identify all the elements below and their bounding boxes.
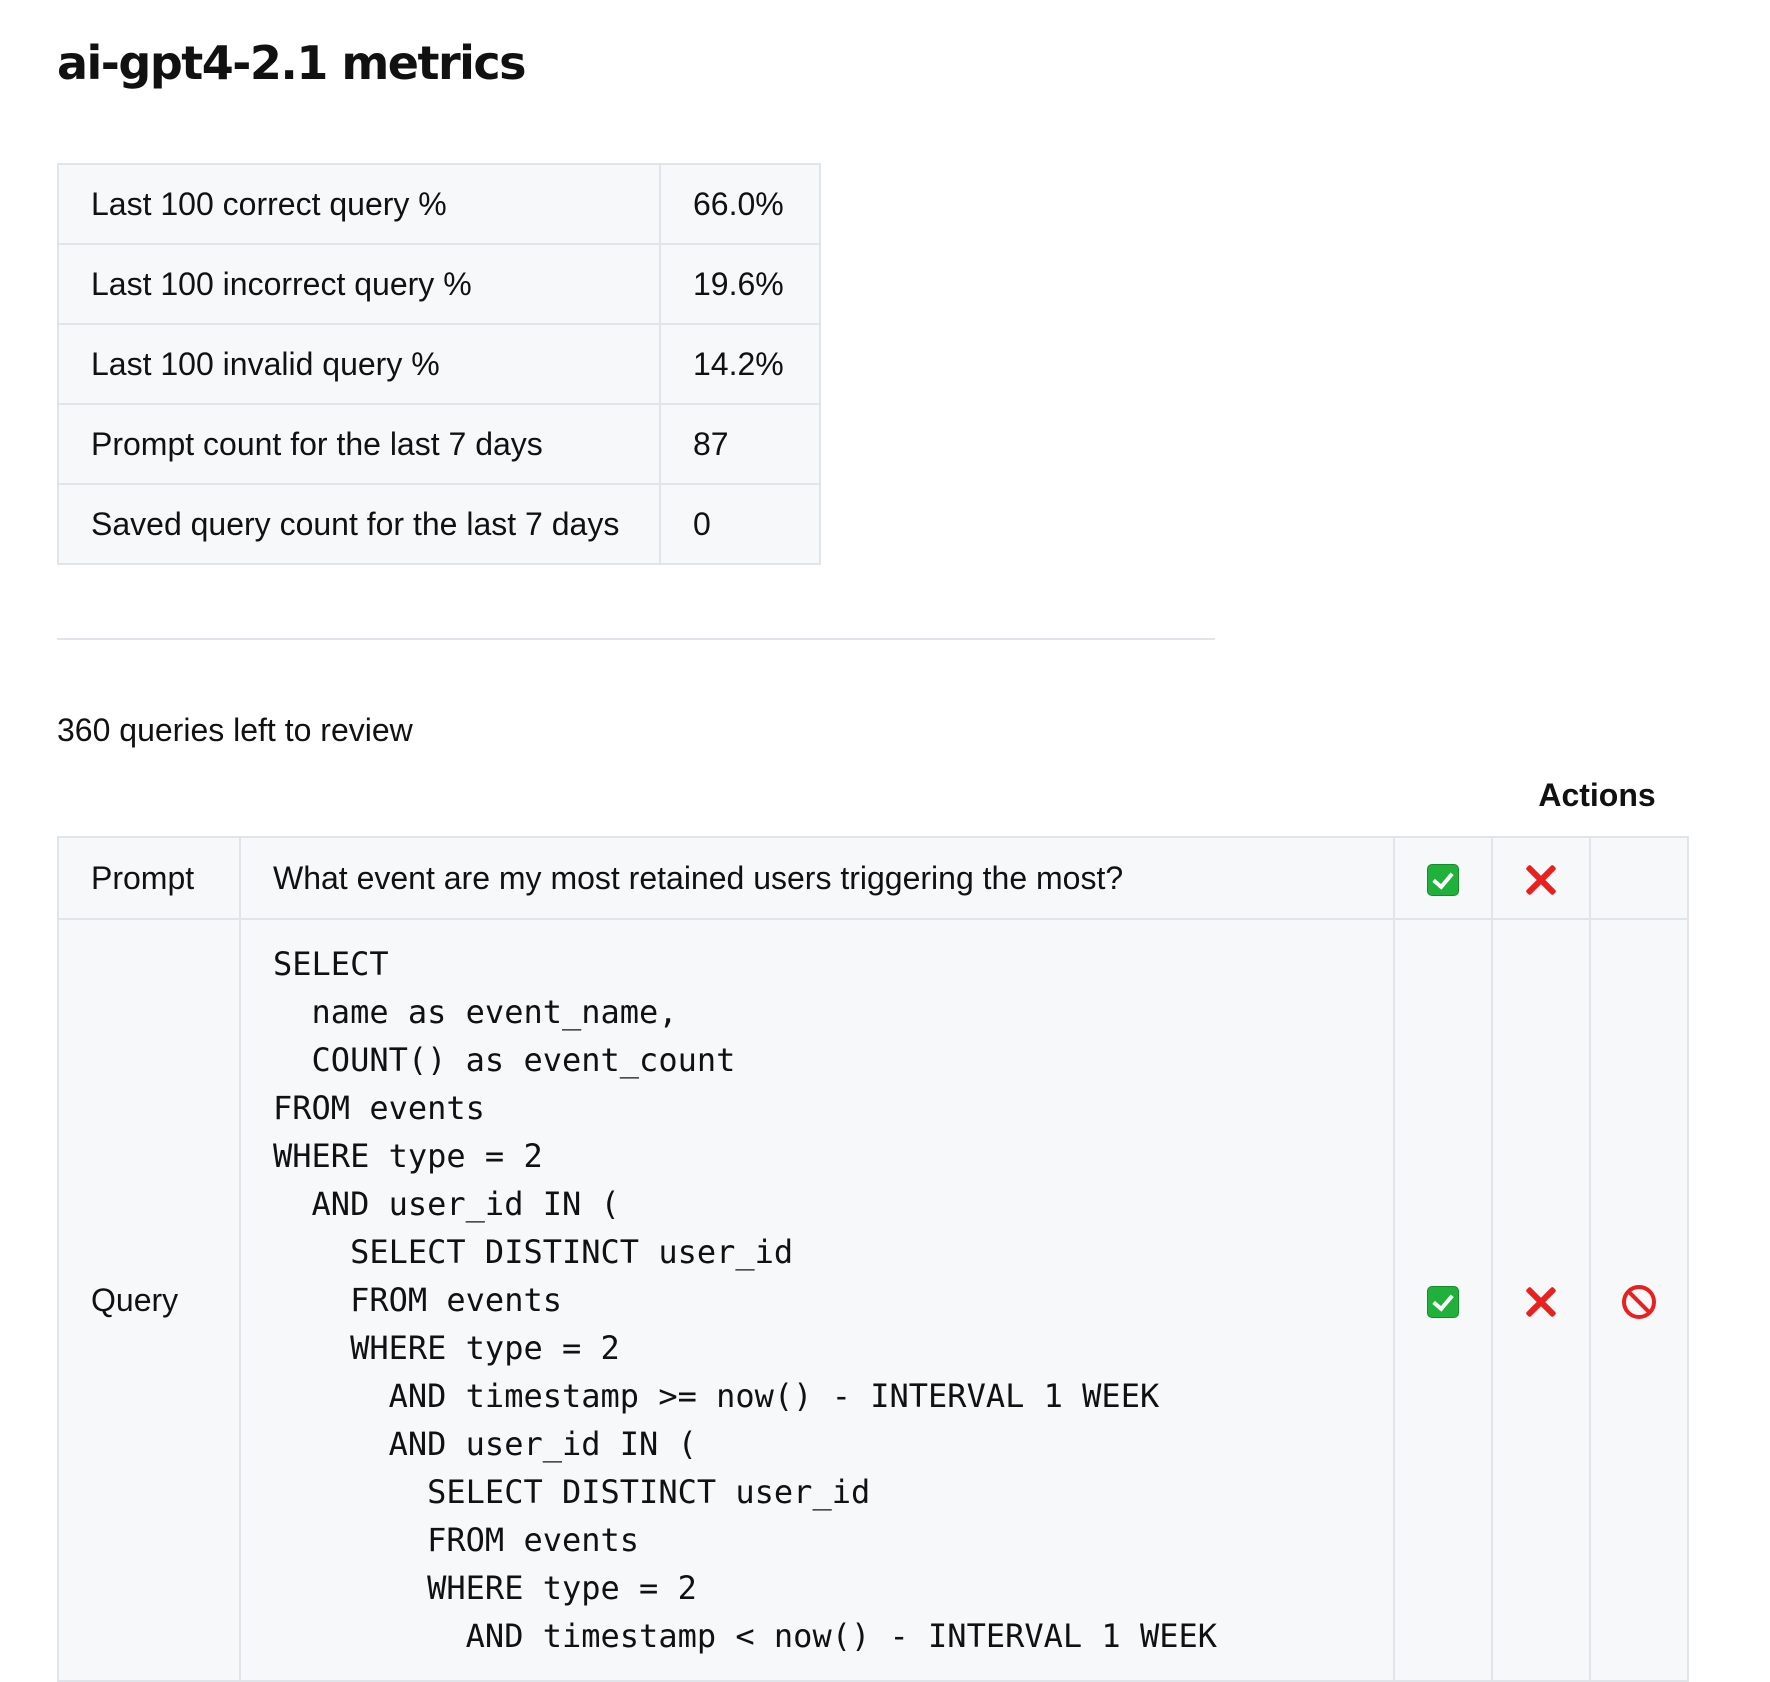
metrics-row: Last 100 correct query % 66.0% <box>57 163 821 245</box>
actions-header: Actions <box>1538 777 1656 813</box>
metric-label: Last 100 incorrect query % <box>57 243 661 325</box>
metrics-row: Prompt count for the last 7 days 87 <box>57 403 821 485</box>
metrics-row: Last 100 incorrect query % 19.6% <box>57 243 821 325</box>
metric-label: Saved query count for the last 7 days <box>57 483 661 565</box>
query-sql: SELECT name as event_name, COUNT() as ev… <box>273 945 1218 1655</box>
prompt-empty-action <box>1589 836 1689 920</box>
query-correct-action[interactable] <box>1393 918 1493 1682</box>
metrics-table: Last 100 correct query % 66.0% Last 100 … <box>57 163 821 565</box>
query-label: Query <box>57 918 241 1682</box>
section-divider <box>57 638 1215 640</box>
metric-label: Prompt count for the last 7 days <box>57 403 661 485</box>
query-invalid-action[interactable] <box>1589 918 1689 1682</box>
prompt-incorrect-action[interactable] <box>1491 836 1591 920</box>
metrics-row: Saved query count for the last 7 days 0 <box>57 483 821 565</box>
metric-value: 66.0% <box>659 163 821 245</box>
prompt-text: What event are my most retained users tr… <box>239 836 1395 920</box>
metric-value: 14.2% <box>659 323 821 405</box>
prompt-label: Prompt <box>57 836 241 920</box>
metrics-row: Last 100 invalid query % 14.2% <box>57 323 821 405</box>
metric-value: 0 <box>659 483 821 565</box>
check-mark-button-icon[interactable] <box>1427 864 1459 897</box>
review-table: Prompt What event are my most retained u… <box>57 836 1689 1682</box>
metric-value: 19.6% <box>659 243 821 325</box>
prompt-correct-action[interactable] <box>1393 836 1493 920</box>
query-incorrect-action[interactable] <box>1491 918 1591 1682</box>
prompt-row: Prompt What event are my most retained u… <box>57 836 1689 920</box>
metric-label: Last 100 correct query % <box>57 163 661 245</box>
cross-mark-icon[interactable] <box>1524 863 1558 897</box>
metric-value: 87 <box>659 403 821 485</box>
check-mark-button-icon[interactable] <box>1427 1286 1459 1319</box>
metric-label: Last 100 invalid query % <box>57 323 661 405</box>
queries-left-count: 360 queries left to review <box>57 712 413 748</box>
query-sql-cell: SELECT name as event_name, COUNT() as ev… <box>239 918 1395 1682</box>
prohibited-icon[interactable] <box>1622 1284 1656 1319</box>
page-title: ai-gpt4-2.1 metrics <box>57 36 527 90</box>
query-row: Query SELECT name as event_name, COUNT()… <box>57 918 1689 1682</box>
cross-mark-icon[interactable] <box>1524 1285 1558 1319</box>
